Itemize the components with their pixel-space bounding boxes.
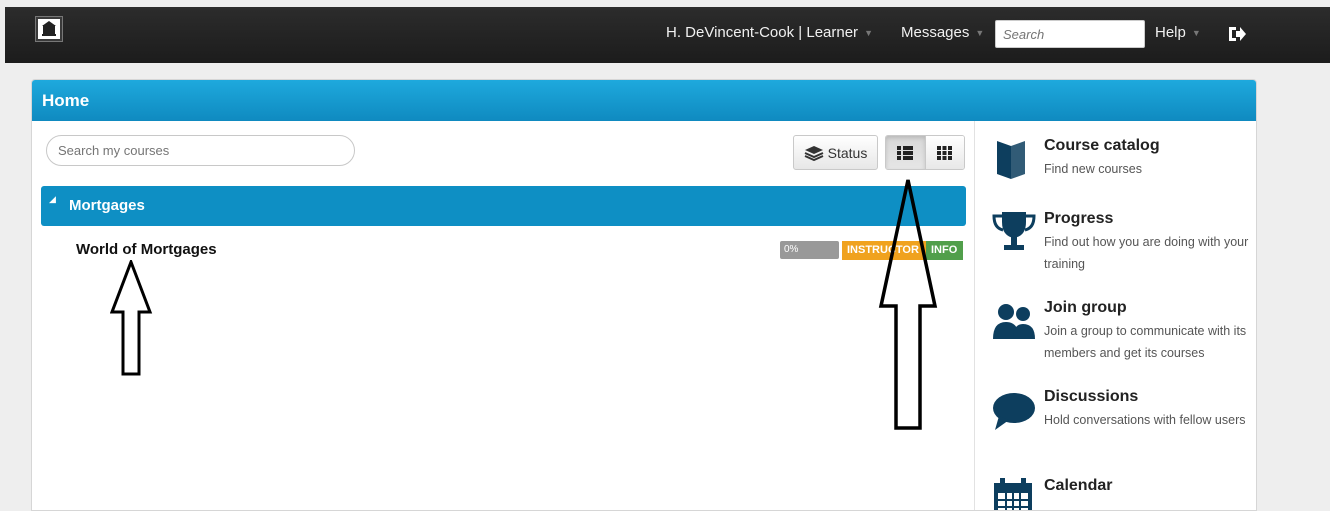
speech-bubble-icon bbox=[993, 393, 1035, 430]
sidebar-item-desc: Find out how you are doing with your tra… bbox=[1044, 235, 1249, 271]
user-menu[interactable]: H. DeVincent-Cook | Learner ▼ bbox=[666, 24, 873, 41]
home-panel: Home Status ◢ Mortgages Wor bbox=[31, 79, 1257, 511]
grid-icon bbox=[937, 145, 953, 160]
sidebar-item-title: Course catalog bbox=[1044, 137, 1160, 154]
site-logo[interactable] bbox=[36, 17, 62, 41]
user-menu-label: H. DeVincent-Cook | Learner bbox=[666, 24, 859, 41]
messages-menu-label: Messages bbox=[901, 24, 970, 41]
logout-icon[interactable] bbox=[1227, 25, 1247, 43]
trophy-icon bbox=[992, 212, 1036, 250]
course-progress-bar: 0% bbox=[780, 241, 839, 259]
top-navbar: H. DeVincent-Cook | Learner ▼ Messages ▼… bbox=[5, 7, 1330, 63]
category-name: Mortgages bbox=[69, 197, 145, 214]
sidebar-item-desc: Hold conversations with fellow users bbox=[1044, 413, 1246, 427]
layers-icon bbox=[804, 145, 824, 161]
right-sidebar: Course catalog Find new courses Progress… bbox=[974, 121, 1256, 510]
sidebar-item-title: Calendar bbox=[1044, 477, 1113, 494]
help-menu-label: Help bbox=[1155, 24, 1186, 41]
group-icon bbox=[993, 304, 1035, 339]
status-button[interactable]: Status bbox=[793, 135, 878, 170]
list-view-button[interactable] bbox=[886, 136, 926, 169]
messages-menu[interactable]: Messages ▼ bbox=[901, 24, 984, 41]
chevron-down-icon: ▼ bbox=[1191, 27, 1201, 38]
category-header-mortgages[interactable]: ◢ Mortgages bbox=[41, 186, 966, 226]
calendar-icon bbox=[994, 478, 1032, 510]
global-search-input[interactable] bbox=[995, 20, 1145, 48]
chevron-down-icon: ▼ bbox=[975, 27, 985, 38]
annotation-arrow-up-icon bbox=[878, 179, 938, 430]
annotation-arrow-up-icon bbox=[110, 260, 153, 376]
sidebar-item-desc: Join a group to communicate with its mem… bbox=[1044, 324, 1247, 360]
book-icon bbox=[997, 141, 1025, 179]
course-title-link[interactable]: World of Mortgages bbox=[76, 241, 217, 258]
sidebar-item-title: Join group bbox=[1044, 299, 1127, 316]
list-icon bbox=[897, 145, 914, 160]
sidebar-item-title: Discussions bbox=[1044, 388, 1139, 405]
status-button-label: Status bbox=[827, 144, 868, 161]
help-menu[interactable]: Help ▼ bbox=[1155, 24, 1201, 41]
progress-text: 0% bbox=[784, 244, 799, 255]
panel-title: Home bbox=[32, 80, 1256, 121]
grid-view-button[interactable] bbox=[925, 136, 964, 169]
view-toggle bbox=[885, 135, 965, 170]
sidebar-item-desc: Find new courses bbox=[1044, 162, 1142, 176]
sidebar-item-title: Progress bbox=[1044, 210, 1114, 227]
chevron-down-icon: ▼ bbox=[864, 27, 873, 38]
collapse-toggle-icon[interactable]: ◢ bbox=[49, 194, 56, 205]
course-search-input[interactable] bbox=[46, 135, 355, 166]
